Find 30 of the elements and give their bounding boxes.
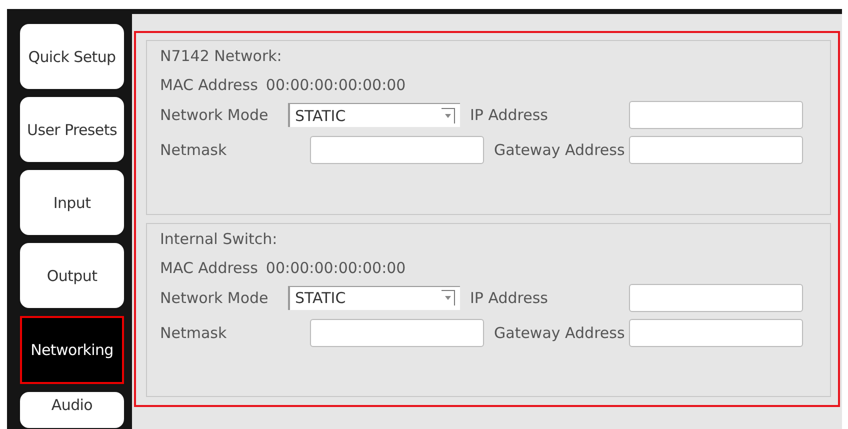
mac-label: MAC Address	[160, 258, 258, 276]
netmask-field[interactable]	[310, 136, 484, 164]
sidebar-item[interactable]: User Presets	[20, 97, 124, 162]
ip-address-field[interactable]	[629, 101, 803, 129]
network-mode-dropdown[interactable]: STATIC	[288, 103, 460, 127]
sidebar-item[interactable]: Audio	[20, 392, 124, 428]
sidebar-item[interactable]: Networking	[20, 316, 124, 384]
sidebar-item[interactable]: Input	[20, 170, 124, 235]
gateway-address-label: Gateway Address	[494, 324, 626, 342]
section-title: Internal Switch:	[160, 230, 278, 248]
gateway-address-field[interactable]	[629, 136, 803, 164]
dropdown-arrow-icon	[441, 290, 455, 306]
mac-value: 00:00:00:00:00:00	[266, 76, 406, 94]
ip-address-field[interactable]	[629, 284, 803, 312]
ip-address-label: IP Address	[470, 106, 549, 124]
network-mode-label: Network Mode	[160, 106, 270, 124]
gateway-address-field[interactable]	[629, 318, 803, 346]
network-mode-dropdown[interactable]: STATIC	[288, 286, 460, 310]
mac-value: 00:00:00:00:00:00	[266, 258, 406, 276]
ip-address-label: IP Address	[470, 288, 549, 306]
netmask-label: Netmask	[160, 141, 228, 159]
sidebar-item[interactable]: Output	[20, 243, 124, 308]
dropdown-arrow-icon	[441, 108, 455, 124]
netmask-field[interactable]	[310, 318, 484, 346]
sidebar-item[interactable]: Quick Setup	[20, 24, 124, 89]
mac-label: MAC Address	[160, 76, 258, 94]
network-mode-label: Network Mode	[160, 288, 270, 306]
section-title: N7142 Network:	[160, 47, 283, 65]
netmask-label: Netmask	[160, 324, 228, 342]
gateway-address-label: Gateway Address	[494, 141, 626, 159]
